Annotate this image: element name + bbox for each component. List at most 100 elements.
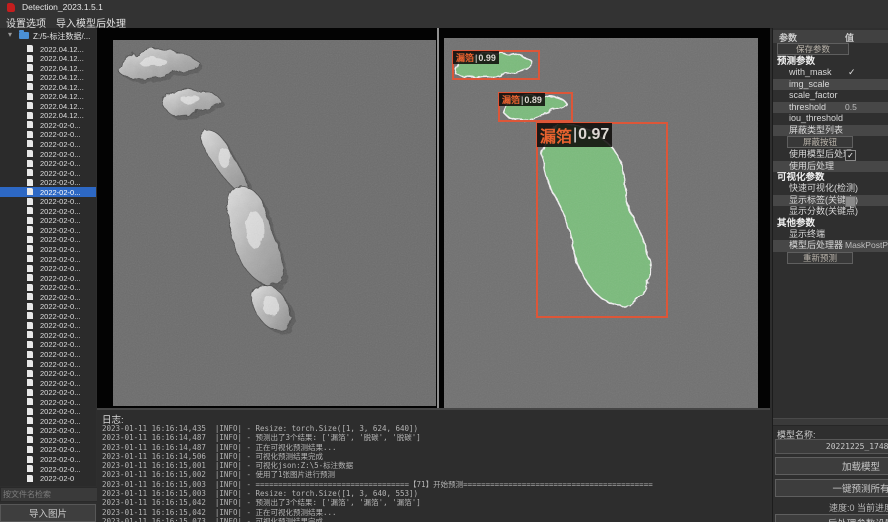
tree-item[interactable]: 2022-02-0... [0, 120, 96, 130]
tree-item[interactable]: 2022-02-0... [0, 225, 96, 235]
tree-item[interactable]: 2022-02-0... [0, 369, 96, 379]
param-row[interactable]: 显示终端 [773, 229, 888, 241]
tree-item[interactable]: 2022-02-0... [0, 321, 96, 331]
tree-item[interactable]: 2022-02-0... [0, 388, 96, 398]
param-row[interactable]: 显示分数(关键点) [773, 206, 888, 218]
tree-item[interactable]: 2022.04.12... [0, 111, 96, 121]
tree-item[interactable]: 2022-02-0... [0, 197, 96, 207]
file-icon [27, 179, 33, 186]
tree-item[interactable]: 2022-02-0... [0, 130, 96, 140]
panel-divider[interactable] [437, 28, 439, 408]
tree-item[interactable]: 2022-02-0... [0, 159, 96, 169]
tree-item[interactable]: 2022-02-0... [0, 264, 96, 274]
tree-item[interactable]: 2022-02-0... [0, 435, 96, 445]
menu-bar: 设置选项 导入模型后处理 [0, 14, 888, 29]
expand-arrow-icon[interactable]: ▾ [8, 30, 12, 39]
param-row[interactable]: 快速可视化(检测) [773, 183, 888, 195]
predict-all-button[interactable]: 一键预测所有 [775, 479, 888, 497]
prediction-image-panel[interactable]: 漏箔|0.99漏箔|0.89漏箔|0.97 [444, 38, 758, 408]
tree-item-label: 2022-02-0... [40, 321, 80, 330]
filename-search-input[interactable] [0, 487, 99, 502]
tree-item-label: 2022-02-0... [40, 398, 80, 407]
tree-item[interactable]: 2022-02-0... [0, 397, 96, 407]
file-tree-list: 2022.04.12...2022.04.12...2022.04.12...2… [0, 44, 96, 483]
tree-item[interactable]: 2022-02-0... [0, 330, 96, 340]
tree-item[interactable]: 2022-02-0... [0, 464, 96, 474]
param-row[interactable]: iou_threshold [773, 113, 888, 125]
tree-item[interactable]: 2022-02-0... [0, 254, 96, 264]
tree-item[interactable]: 2022-02-0... [0, 302, 96, 312]
tree-item[interactable]: 2022-02-0... [0, 416, 96, 426]
detection-score-text: 0.97 [578, 126, 609, 144]
tree-item-label: 2022.04.12... [40, 45, 84, 54]
file-icon [27, 351, 33, 358]
file-icon [27, 188, 33, 195]
param-button-row: 重新预测 [773, 252, 888, 265]
tree-item[interactable]: 2022.04.12... [0, 82, 96, 92]
tree-item[interactable]: 2022-02-0... [0, 139, 96, 149]
file-icon [27, 293, 33, 300]
checkbox-checked-icon[interactable]: ✓ [845, 150, 856, 161]
file-icon [27, 102, 33, 109]
tree-item-label: 2022-02-0... [40, 369, 80, 378]
param-row[interactable]: 屏蔽类型列表 [773, 125, 888, 137]
tree-root-folder[interactable]: ▾ Z:/5-标注数据/... [0, 31, 96, 42]
param-button[interactable]: 屏蔽按钮 [787, 136, 853, 148]
postprocess-settings-button[interactable]: 后处理参数设置 [775, 514, 888, 522]
import-images-button[interactable]: 导入图片 [0, 504, 96, 522]
param-row[interactable]: 显示标签(关键点) [773, 195, 888, 207]
tree-item[interactable]: 2022-02-0... [0, 206, 96, 216]
param-label: 显示终端 [789, 229, 825, 241]
tree-item[interactable]: 2022-02-0... [0, 455, 96, 465]
detection-box: 漏箔|0.97 [536, 122, 668, 318]
param-row[interactable]: threshold0.5 [773, 102, 888, 114]
param-row[interactable]: 模型后处理器MaskPostPro [773, 240, 888, 252]
tree-item[interactable]: 2022-02-0... [0, 273, 96, 283]
tree-item[interactable]: 2022-02-0... [0, 311, 96, 321]
tree-item[interactable]: 2022-02-0... [0, 178, 96, 188]
tree-item[interactable]: 2022.04.12... [0, 73, 96, 83]
tree-item[interactable]: 2022-02-0... [0, 149, 96, 159]
tree-item[interactable]: 2022.04.12... [0, 101, 96, 111]
file-icon [27, 198, 33, 205]
param-row[interactable]: img_scale [773, 79, 888, 91]
tree-item[interactable]: 2022-02-0... [0, 187, 96, 197]
file-icon [27, 341, 33, 348]
original-image-panel[interactable] [113, 40, 436, 406]
tree-item[interactable]: 2022-02-0... [0, 216, 96, 226]
log-lines[interactable]: 2023-01-11 16:16:14,435 |INFO| - Resize:… [102, 424, 653, 522]
checkbox-empty-icon[interactable] [845, 196, 856, 207]
tree-item[interactable]: 2022-02-0... [0, 244, 96, 254]
tree-item[interactable]: 2022-02-0... [0, 426, 96, 436]
param-row[interactable]: 使用模型后处理✓ [773, 149, 888, 161]
splitter-handle[interactable] [773, 418, 888, 426]
tree-item[interactable]: 2022-02-0... [0, 283, 96, 293]
tree-item[interactable]: 2022.04.12... [0, 92, 96, 102]
tree-item[interactable]: 2022-02-0... [0, 445, 96, 455]
tree-item-label: 2022-02-0... [40, 197, 80, 206]
tree-item-label: 2022-02-0... [40, 388, 80, 397]
tree-item[interactable]: 2022-02-0... [0, 378, 96, 388]
param-button-row: 保存参数 [773, 43, 888, 56]
tree-item[interactable]: 2022-02-0... [0, 168, 96, 178]
tree-item[interactable]: 2022.04.12... [0, 44, 96, 54]
tree-item[interactable]: 2022-02-0... [0, 407, 96, 417]
tree-item[interactable]: 2022-02-0... [0, 235, 96, 245]
log-line: 2023-01-11 16:16:15,002 |INFO| - 使用了1张图片… [102, 470, 653, 479]
tree-item[interactable]: 2022-02-0... [0, 359, 96, 369]
tree-item[interactable]: 2022-02-0... [0, 350, 96, 360]
param-button[interactable]: 保存参数 [777, 43, 849, 55]
load-model-button[interactable]: 加载模型 [775, 457, 888, 475]
tree-item[interactable]: 2022-02-0... [0, 292, 96, 302]
tree-item[interactable]: 2022-02-0 [0, 474, 96, 484]
tree-item[interactable]: 2022.04.12... [0, 63, 96, 73]
param-button[interactable]: 重新预测 [787, 252, 853, 264]
param-label: scale_factor [789, 90, 838, 102]
param-row[interactable]: scale_factor [773, 90, 888, 102]
detection-box: 漏箔|0.99 [452, 50, 540, 80]
param-row[interactable]: 使用后处理 [773, 161, 888, 173]
param-row[interactable]: with_mask✓ [773, 67, 888, 79]
tree-item[interactable]: 2022-02-0... [0, 340, 96, 350]
model-name-field[interactable]: 20221225_174813 [775, 439, 888, 454]
tree-item[interactable]: 2022.04.12... [0, 54, 96, 64]
